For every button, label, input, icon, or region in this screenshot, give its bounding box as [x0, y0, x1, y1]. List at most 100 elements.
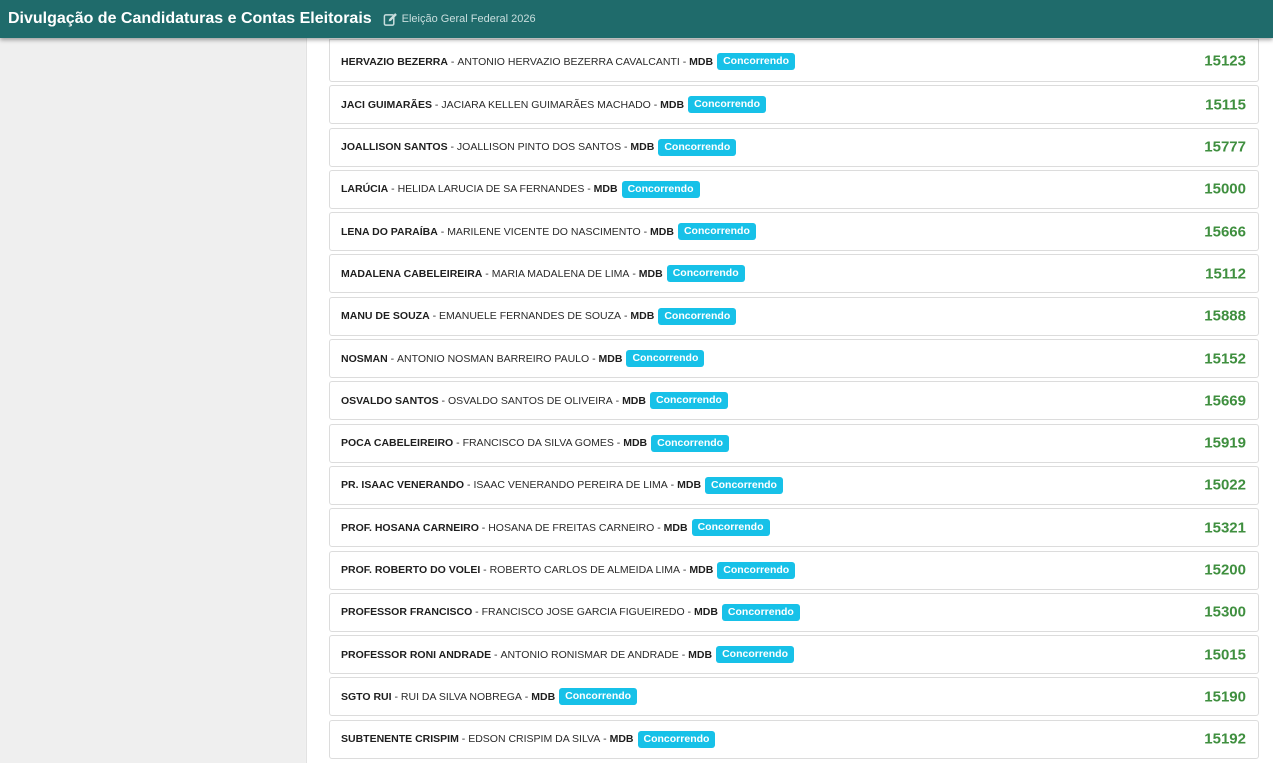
candidate-number: 15200 — [1204, 561, 1246, 579]
candidate-list: HERVAZIO BEZERRA - ANTONIO HERVAZIO BEZE… — [329, 39, 1259, 762]
status-badge: Concorrendo — [717, 53, 795, 70]
candidate-urn-name[interactable]: SUBTENENTE CRISPIM — [341, 733, 459, 745]
candidate-party: MDB — [688, 648, 713, 661]
candidate-full-name: MARIA MADALENA DE LIMA — [491, 267, 630, 280]
candidate-number: 15666 — [1204, 223, 1246, 241]
separator: - — [679, 55, 690, 68]
app-title[interactable]: Divulgação de Candidaturas e Contas Elei… — [8, 10, 372, 28]
status-badge: Concorrendo — [658, 307, 737, 325]
candidate-row[interactable]: HERVAZIO BEZERRA - ANTONIO HERVAZIO BEZE… — [329, 39, 1259, 82]
candidate-row[interactable]: MANU DE SOUZA - EMANUELE FERNANDES DE SO… — [329, 296, 1259, 336]
candidate-urn-name[interactable]: PR. ISAAC VENERANDO — [341, 479, 464, 491]
status-badge: Concorrendo — [658, 138, 737, 156]
candidate-row[interactable]: PR. ISAAC VENERANDO - ISAAC VENERANDO PE… — [329, 465, 1259, 505]
separator: - — [654, 521, 664, 534]
separator: - — [640, 225, 651, 238]
status-badge: Concorrendo — [649, 392, 728, 410]
candidate-urn-name[interactable]: LENA DO PARAÍBA — [341, 226, 438, 238]
separator: - — [613, 437, 624, 450]
candidate-row[interactable]: MADALENA CABELEIREIRA - MARIA MADALENA D… — [329, 254, 1259, 294]
candidate-party: MDB — [677, 479, 702, 492]
candidate-row[interactable]: PROFESSOR FRANCISCO - FRANCISCO JOSE GAR… — [329, 592, 1259, 632]
candidate-urn-name[interactable]: PROFESSOR FRANCISCO — [341, 606, 472, 618]
candidate-urn-name[interactable]: NOSMAN — [341, 353, 388, 365]
candidate-full-name: ANTONIO NOSMAN BARREIRO PAULO — [397, 352, 590, 365]
candidate-number: 15919 — [1204, 434, 1246, 452]
candidate-party: MDB — [630, 310, 655, 323]
candidate-row[interactable]: PROF. HOSANA CARNEIRO - HOSANA DE FREITA… — [329, 508, 1259, 548]
candidate-urn-name[interactable]: LARÚCIA — [341, 183, 388, 195]
candidate-urn-name[interactable]: HERVAZIO BEZERRA — [341, 56, 448, 68]
separator: - — [432, 98, 442, 111]
separator: - — [621, 310, 631, 323]
separator: - — [472, 606, 482, 619]
separator: - — [667, 479, 678, 492]
main-content: HERVAZIO BEZERRA - ANTONIO HERVAZIO BEZE… — [306, 0, 1273, 763]
candidate-row[interactable]: JACI GUIMARÃES - JACIARA KELLEN GUIMARÃE… — [329, 85, 1259, 125]
candidate-full-name: HOSANA DE FREITAS CARNEIRO — [488, 521, 655, 534]
election-label[interactable]: Eleição Geral Federal 2026 — [402, 13, 536, 25]
separator: - — [464, 479, 474, 492]
separator: - — [521, 690, 532, 703]
candidate-row[interactable]: LARÚCIA - HELIDA LARUCIA DE SA FERNANDES… — [329, 169, 1259, 209]
status-badge: Concorrendo — [691, 519, 770, 537]
separator: - — [678, 648, 689, 661]
status-badge: Concorrendo — [677, 223, 756, 241]
candidate-full-name: HELIDA LARUCIA DE SA FERNANDES — [397, 183, 585, 196]
candidate-party: MDB — [609, 733, 634, 746]
candidate-urn-name[interactable]: POCA CABELEIREIRO — [341, 437, 453, 449]
candidate-full-name: JACIARA KELLEN GUIMARÃES MACHADO — [441, 98, 651, 111]
candidate-full-name: ISAAC VENERANDO PEREIRA DE LIMA — [473, 479, 668, 492]
candidate-urn-name[interactable]: JACI GUIMARÃES — [341, 99, 432, 111]
separator: - — [437, 225, 448, 238]
separator: - — [447, 141, 457, 154]
candidate-urn-name[interactable]: MANU DE SOUZA — [341, 310, 430, 322]
candidate-number: 15112 — [1205, 265, 1246, 283]
candidate-party: MDB — [650, 225, 674, 238]
candidate-party: MDB — [622, 394, 646, 407]
candidate-row[interactable]: PROFESSOR RONI ANDRADE - ANTONIO RONISMA… — [329, 635, 1259, 675]
status-badge: Concorrendo — [721, 603, 800, 621]
candidate-number: 15152 — [1204, 350, 1246, 368]
sidebar — [0, 38, 305, 763]
separator: - — [453, 437, 463, 450]
candidate-number: 15321 — [1204, 519, 1246, 537]
separator: - — [482, 267, 492, 280]
candidate-number: 15669 — [1204, 392, 1246, 410]
candidate-row[interactable]: NOSMAN - ANTONIO NOSMAN BARREIRO PAULO -… — [329, 339, 1259, 379]
status-badge: Concorrendo — [621, 180, 700, 198]
candidate-party: MDB — [630, 141, 655, 154]
candidate-urn-name[interactable]: PROFESSOR RONI ANDRADE — [341, 649, 491, 661]
candidate-number: 15022 — [1204, 476, 1246, 494]
candidate-row[interactable]: JOALLISON SANTOS - JOALLISON PINTO DOS S… — [329, 127, 1259, 167]
candidate-row[interactable]: SUBTENENTE CRISPIM - EDSON CRISPIM DA SI… — [329, 719, 1259, 759]
status-badge: Concorrendo — [626, 350, 705, 368]
candidate-row[interactable]: PROF. ROBERTO DO VOLEI - ROBERTO CARLOS … — [329, 550, 1259, 590]
candidate-full-name: ANTONIO RONISMAR DE ANDRADE — [500, 648, 679, 661]
candidate-urn-name[interactable]: PROF. ROBERTO DO VOLEI — [341, 564, 480, 576]
status-badge: Concorrendo — [559, 688, 638, 706]
candidate-urn-name[interactable]: PROF. HOSANA CARNEIRO — [341, 522, 479, 534]
candidate-urn-name[interactable]: SGTO RUI — [341, 691, 392, 703]
candidate-urn-name[interactable]: MADALENA CABELEIREIRA — [341, 268, 482, 280]
edit-icon[interactable] — [383, 12, 398, 27]
candidate-number: 15115 — [1205, 96, 1246, 114]
candidate-row[interactable]: OSVALDO SANTOS - OSVALDO SANTOS DE OLIVE… — [329, 381, 1259, 421]
candidate-urn-name[interactable]: OSVALDO SANTOS — [341, 395, 439, 407]
candidate-row[interactable]: SGTO RUI - RUI DA SILVA NOBREGA - MDB Con… — [329, 677, 1259, 717]
separator: - — [447, 55, 458, 68]
status-badge: Concorrendo — [637, 730, 716, 748]
candidate-urn-name[interactable]: JOALLISON SANTOS — [341, 141, 448, 153]
candidate-party: MDB — [689, 55, 714, 68]
separator: - — [650, 98, 661, 111]
candidate-number: 15888 — [1204, 307, 1246, 325]
candidate-row[interactable]: LENA DO PARAÍBA - MARILENE VICENTE DO NA… — [329, 212, 1259, 252]
candidate-row[interactable]: POCA CABELEIREIRO - FRANCISCO DA SILVA G… — [329, 423, 1259, 463]
candidate-full-name: ANTONIO HERVAZIO BEZERRA CAVALCANTI — [457, 55, 680, 68]
status-badge: Concorrendo — [717, 561, 796, 579]
status-badge: Concorrendo — [705, 476, 783, 494]
election-selector[interactable]: Eleição Geral Federal 2026 — [383, 12, 536, 27]
candidate-party: MDB — [660, 98, 685, 111]
separator: - — [458, 733, 469, 746]
separator: - — [680, 564, 690, 577]
